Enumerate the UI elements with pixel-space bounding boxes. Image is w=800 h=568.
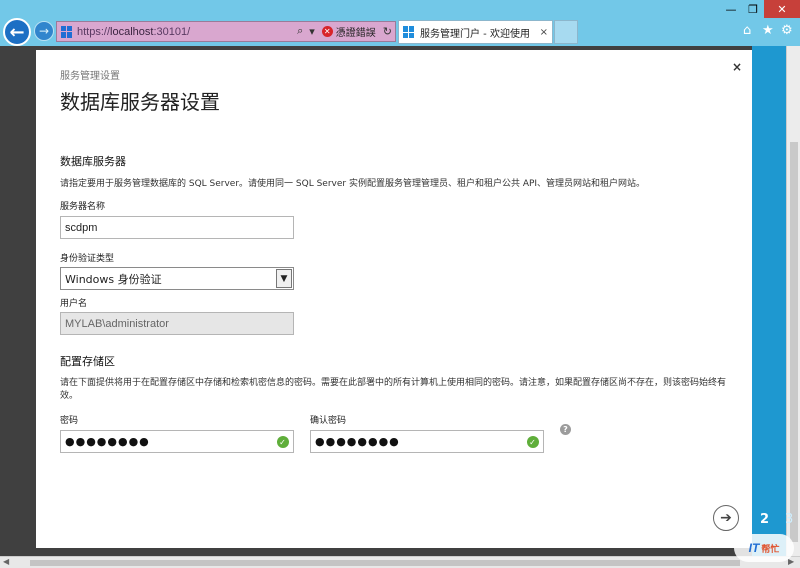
check-icon: ✓	[277, 436, 289, 448]
scroll-left-icon[interactable]: ◀	[3, 557, 9, 566]
step-next: 3	[785, 512, 794, 527]
server-name-input[interactable]: scdpm	[60, 216, 294, 239]
next-button[interactable]: ➔	[713, 505, 739, 531]
home-icon[interactable]: ⌂	[743, 23, 751, 38]
config-store-section-title: 配置存储区	[60, 355, 115, 368]
settings-dialog: × 服务管理设置 数据库服务器设置 数据库服务器 请指定要用于服务管理数据库的 …	[36, 50, 752, 548]
auth-type-select[interactable]: Windows 身份验证 ▼	[60, 267, 294, 290]
back-arrow-icon: ←	[9, 21, 25, 43]
password-label: 密码	[60, 416, 79, 426]
chevron-down-icon[interactable]: ▼	[276, 269, 292, 288]
confirm-password-label: 确认密码	[310, 416, 347, 426]
gear-icon[interactable]: ⚙	[781, 23, 793, 38]
breadcrumb: 服务管理设置	[60, 71, 120, 82]
window-close-button[interactable]: ✕	[764, 0, 800, 18]
horizontal-scrollbar[interactable]: ◀ ▶	[0, 556, 800, 568]
tab-title: 服务管理门户 - 欢迎使用	[420, 28, 530, 40]
username-label: 用户名	[60, 299, 88, 309]
tab-close-icon[interactable]: ×	[540, 27, 548, 38]
windows-logo-icon	[61, 25, 73, 38]
maximize-button[interactable]: ❐	[742, 0, 764, 18]
cert-error-icon[interactable]: ✕	[321, 26, 333, 37]
minimize-button[interactable]: —	[720, 0, 742, 18]
auth-type-value: Windows 身份验证	[65, 272, 162, 286]
auth-type-label: 身份验证类型	[60, 254, 115, 264]
hscrollbar-thumb[interactable]	[30, 560, 740, 566]
side-panel-strip	[752, 46, 786, 556]
password-value: ●●●●●●●●	[65, 435, 150, 448]
confirm-password-value: ●●●●●●●●	[315, 435, 400, 448]
refresh-icon[interactable]: ↻	[383, 25, 392, 38]
favorites-star-icon[interactable]: ★	[762, 23, 774, 38]
password-input[interactable]: ●●●●●●●● ✓	[60, 430, 294, 453]
tab-favicon-icon	[403, 26, 415, 38]
scrollbar-thumb[interactable]	[790, 142, 798, 542]
cert-error-label[interactable]: 憑證錯誤	[336, 24, 376, 39]
url-text[interactable]: https://localhost:30101/	[77, 26, 294, 38]
search-icon[interactable]: ⌕	[297, 25, 303, 38]
new-tab-button[interactable]	[554, 20, 578, 44]
step-current: 2	[760, 512, 770, 527]
back-button[interactable]: ←	[3, 18, 31, 46]
watermark-logo: IT 帮忙	[734, 534, 794, 562]
browser-tab[interactable]: 服务管理门户 - 欢迎使用 ×	[398, 20, 553, 44]
vertical-scrollbar[interactable]	[786, 46, 800, 556]
server-name-label: 服务器名称	[60, 202, 106, 212]
dropdown-icon[interactable]: ▾	[309, 25, 315, 38]
username-input: MYLAB\administrator	[60, 312, 294, 335]
forward-button[interactable]: →	[34, 21, 54, 41]
page-title: 数据库服务器设置	[60, 90, 220, 114]
db-section-title: 数据库服务器	[60, 155, 126, 168]
forward-arrow-icon: →	[38, 24, 50, 38]
address-bar[interactable]: https://localhost:30101/ ⌕ ▾ ✕ 憑證錯誤 ↻	[56, 21, 396, 42]
confirm-password-input[interactable]: ●●●●●●●● ✓	[310, 430, 544, 453]
db-section-description: 请指定要用于服务管理数据库的 SQL Server。请使用同一 SQL Serv…	[60, 179, 646, 189]
arrow-right-icon: ➔	[720, 510, 732, 526]
help-icon[interactable]: ?	[560, 424, 571, 435]
browser-toolbar: ← → https://localhost:30101/ ⌕ ▾ ✕ 憑證錯誤 …	[0, 0, 800, 46]
check-icon: ✓	[527, 436, 539, 448]
dialog-close-icon[interactable]: ×	[732, 60, 742, 74]
config-store-description: 请在下面提供将用于在配置存储区中存储和检索机密信息的密码。需要在此部署中的所有计…	[60, 378, 727, 401]
